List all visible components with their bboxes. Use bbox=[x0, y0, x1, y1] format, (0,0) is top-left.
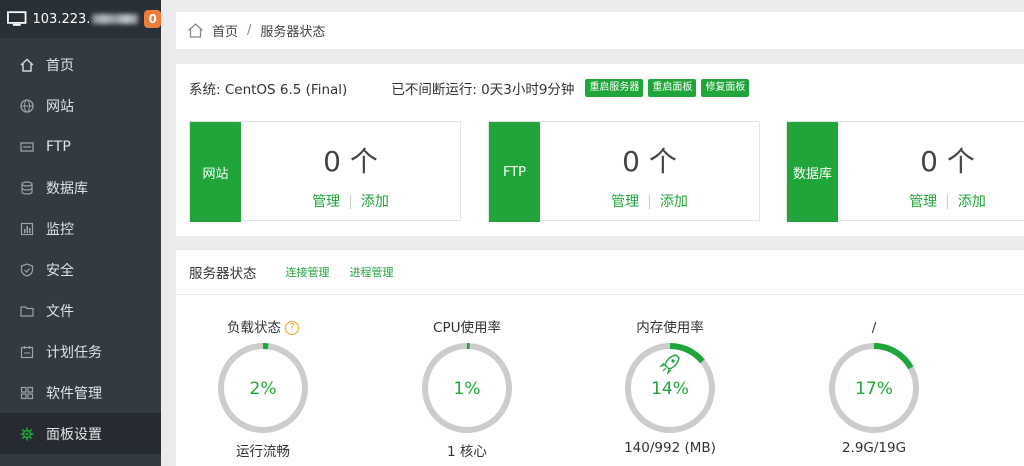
monitor-icon bbox=[7, 11, 27, 26]
home-icon[interactable] bbox=[187, 22, 204, 39]
gauge-title: 内存使用率 bbox=[636, 320, 704, 336]
calendar-icon bbox=[20, 345, 34, 359]
website-card: 网站 0 个 管理 | 添加 bbox=[189, 121, 461, 222]
server-header[interactable]: 103.223. 0 bbox=[0, 0, 161, 38]
main-content: 首页 / 服务器状态 系统: CentOS 6.5 (Final) 已不间断运行… bbox=[161, 0, 1024, 466]
card-actions: 管理 | 添加 bbox=[540, 191, 759, 211]
gauge-title: 负载状态? bbox=[208, 320, 318, 336]
server-ip: 103.223. bbox=[33, 12, 139, 27]
sidebar-item-label: 安全 bbox=[46, 262, 74, 279]
sidebar-item-cron[interactable]: 计划任务 bbox=[0, 331, 161, 372]
notice-badge[interactable]: 0 bbox=[144, 10, 161, 28]
divider: | bbox=[647, 194, 652, 210]
sidebar-item-label: 文件 bbox=[46, 303, 74, 320]
gauge-title: CPU使用率 bbox=[433, 320, 501, 336]
sidebar-item-home[interactable]: 首页 bbox=[0, 44, 161, 85]
database-card: 数据库 0 个 管理 | 添加 bbox=[786, 121, 1024, 222]
sidebar-item-label: 面板设置 bbox=[46, 426, 102, 443]
card-label: 数据库 bbox=[787, 122, 838, 222]
sidebar-item-label: 软件管理 bbox=[46, 385, 102, 402]
sidebar-item-label: 网站 bbox=[46, 98, 74, 115]
manage-link[interactable]: 管理 bbox=[312, 194, 340, 210]
gauge-subtext: 运行流畅 bbox=[236, 444, 290, 460]
manage-link[interactable]: 管理 bbox=[611, 194, 639, 210]
sidebar-item-ftp[interactable]: FTP bbox=[0, 126, 161, 167]
gauge-subtext: 2.9G/19G bbox=[841, 440, 907, 456]
sidebar-item-label: 数据库 bbox=[46, 180, 88, 197]
connection-manage-link[interactable]: 连接管理 bbox=[286, 264, 330, 280]
gauge-ring[interactable]: 1% bbox=[421, 342, 513, 434]
gauge-ring[interactable]: 2% bbox=[217, 342, 309, 434]
card-count: 0 个 bbox=[920, 145, 975, 178]
sidebar-item-monitor[interactable]: 监控 bbox=[0, 208, 161, 249]
gauge-ring[interactable]: 14% bbox=[624, 342, 716, 434]
uptime-info: 已不间断运行: 0天3小时9分钟 bbox=[391, 82, 575, 98]
monitor-icon bbox=[20, 222, 34, 236]
card-actions: 管理 | 添加 bbox=[241, 191, 460, 211]
breadcrumb-separator: / bbox=[247, 23, 252, 38]
redacted-ip-part bbox=[92, 14, 139, 24]
breadcrumb: 首页 / 服务器状态 bbox=[176, 12, 1024, 49]
overview-panel: 系统: CentOS 6.5 (Final) 已不间断运行: 0天3小时9分钟 … bbox=[176, 64, 1024, 236]
load-gauge: 负载状态? 2% 运行流畅 bbox=[208, 320, 318, 460]
sidebar-item-label: 计划任务 bbox=[46, 344, 102, 361]
add-link[interactable]: 添加 bbox=[958, 194, 986, 210]
card-label: 网站 bbox=[190, 122, 241, 222]
card-count: 0 个 bbox=[622, 145, 677, 178]
system-info: 系统: CentOS 6.5 (Final) 已不间断运行: 0天3小时9分钟 … bbox=[189, 78, 750, 98]
sidebar-item-software[interactable]: 软件管理 bbox=[0, 372, 161, 413]
globe-icon bbox=[20, 98, 34, 113]
status-title: 服务器状态 bbox=[189, 266, 257, 282]
os-info: 系统: CentOS 6.5 (Final) bbox=[189, 82, 348, 98]
sidebar-item-settings[interactable]: 面板设置 bbox=[0, 413, 161, 454]
sidebar-item-files[interactable]: 文件 bbox=[0, 290, 161, 331]
cpu-gauge: CPU使用率 1% 1 核心 bbox=[412, 320, 522, 460]
home-icon bbox=[20, 57, 34, 72]
status-header: 服务器状态 连接管理 进程管理 bbox=[176, 250, 1024, 295]
manage-link[interactable]: 管理 bbox=[909, 194, 937, 210]
repair-panel-button[interactable]: 修复面板 bbox=[701, 79, 750, 97]
breadcrumb-home[interactable]: 首页 bbox=[212, 21, 238, 40]
gauge-percent: 2% bbox=[250, 379, 277, 399]
shield-icon bbox=[20, 262, 34, 277]
apps-icon bbox=[20, 386, 34, 400]
disk-gauge: / 17% 2.9G/19G bbox=[819, 320, 929, 456]
sidebar-item-label: 首页 bbox=[46, 57, 74, 74]
breadcrumb-current: 服务器状态 bbox=[260, 25, 326, 40]
help-icon[interactable]: ? bbox=[285, 321, 299, 335]
card-label: FTP bbox=[489, 122, 540, 222]
gauge-subtext: 1 核心 bbox=[447, 444, 487, 460]
database-icon bbox=[20, 180, 34, 195]
card-actions: 管理 | 添加 bbox=[838, 191, 1024, 211]
add-link[interactable]: 添加 bbox=[660, 194, 688, 210]
divider: | bbox=[348, 194, 353, 210]
restart-server-button[interactable]: 重启服务器 bbox=[585, 79, 644, 97]
sidebar-item-database[interactable]: 数据库 bbox=[0, 167, 161, 208]
gauge-ring[interactable]: 17% bbox=[828, 342, 920, 434]
card-count: 0 个 bbox=[323, 145, 378, 178]
sidebar-item-label: FTP bbox=[46, 138, 71, 155]
divider: | bbox=[945, 194, 950, 210]
sidebar-item-security[interactable]: 安全 bbox=[0, 249, 161, 290]
gauge-title: / bbox=[871, 320, 877, 336]
gauge-subtext: 140/992 (MB) bbox=[624, 440, 716, 456]
gauge-percent: 1% bbox=[454, 379, 481, 399]
sidebar-item-website[interactable]: 网站 bbox=[0, 85, 161, 126]
gear-icon bbox=[20, 427, 34, 441]
process-manage-link[interactable]: 进程管理 bbox=[350, 264, 394, 280]
folder-icon bbox=[20, 304, 34, 318]
memory-gauge: 内存使用率 14% 140/992 (MB) bbox=[615, 320, 725, 456]
gauge-percent: 17% bbox=[855, 379, 893, 399]
add-link[interactable]: 添加 bbox=[361, 194, 389, 210]
sidebar: 103.223. 0 首页 网站 FTP 数据库 监控 安全 文件 计划任务 软… bbox=[0, 0, 161, 466]
sidebar-item-label: 监控 bbox=[46, 221, 74, 238]
restart-panel-button[interactable]: 重启面板 bbox=[648, 79, 697, 97]
ftp-card: FTP 0 个 管理 | 添加 bbox=[488, 121, 760, 222]
ftp-icon bbox=[20, 140, 34, 154]
sidebar-nav: 首页 网站 FTP 数据库 监控 安全 文件 计划任务 软件管理 面板设置 bbox=[0, 44, 161, 454]
gauge-percent: 14% bbox=[651, 379, 689, 399]
rocket-icon[interactable] bbox=[659, 354, 680, 375]
